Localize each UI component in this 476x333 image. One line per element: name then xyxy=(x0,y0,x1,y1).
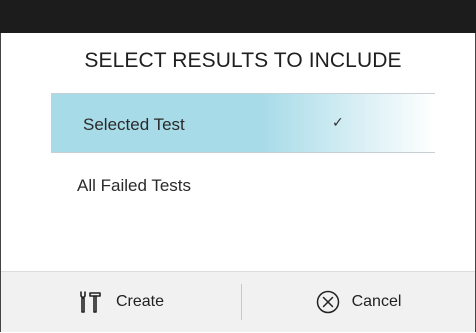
select-results-dialog: SELECT RESULTS TO INCLUDE Selected Test … xyxy=(0,33,476,332)
cancel-button[interactable]: Cancel xyxy=(242,272,475,332)
check-icon: ✓ xyxy=(332,114,344,130)
dialog-title: SELECT RESULTS TO INCLUDE xyxy=(84,49,402,72)
create-label: Create xyxy=(115,293,165,310)
option-all-failed-tests[interactable]: All Failed Tests xyxy=(51,153,435,211)
top-bar xyxy=(0,0,476,33)
option-label: All Failed Tests xyxy=(77,176,192,195)
option-selected-test[interactable]: Selected Test ✓ xyxy=(51,94,435,152)
dialog-footer: Create Cancel xyxy=(1,271,475,332)
results-option-list: Selected Test ✓ All Failed Tests xyxy=(51,93,435,211)
cancel-label: Cancel xyxy=(351,293,402,310)
screen: SELECT RESULTS TO INCLUDE Selected Test … xyxy=(0,0,476,333)
option-label: Selected Test xyxy=(83,115,185,134)
tools-icon xyxy=(78,290,104,314)
circle-x-icon xyxy=(316,290,340,314)
create-button[interactable]: Create xyxy=(1,272,241,332)
